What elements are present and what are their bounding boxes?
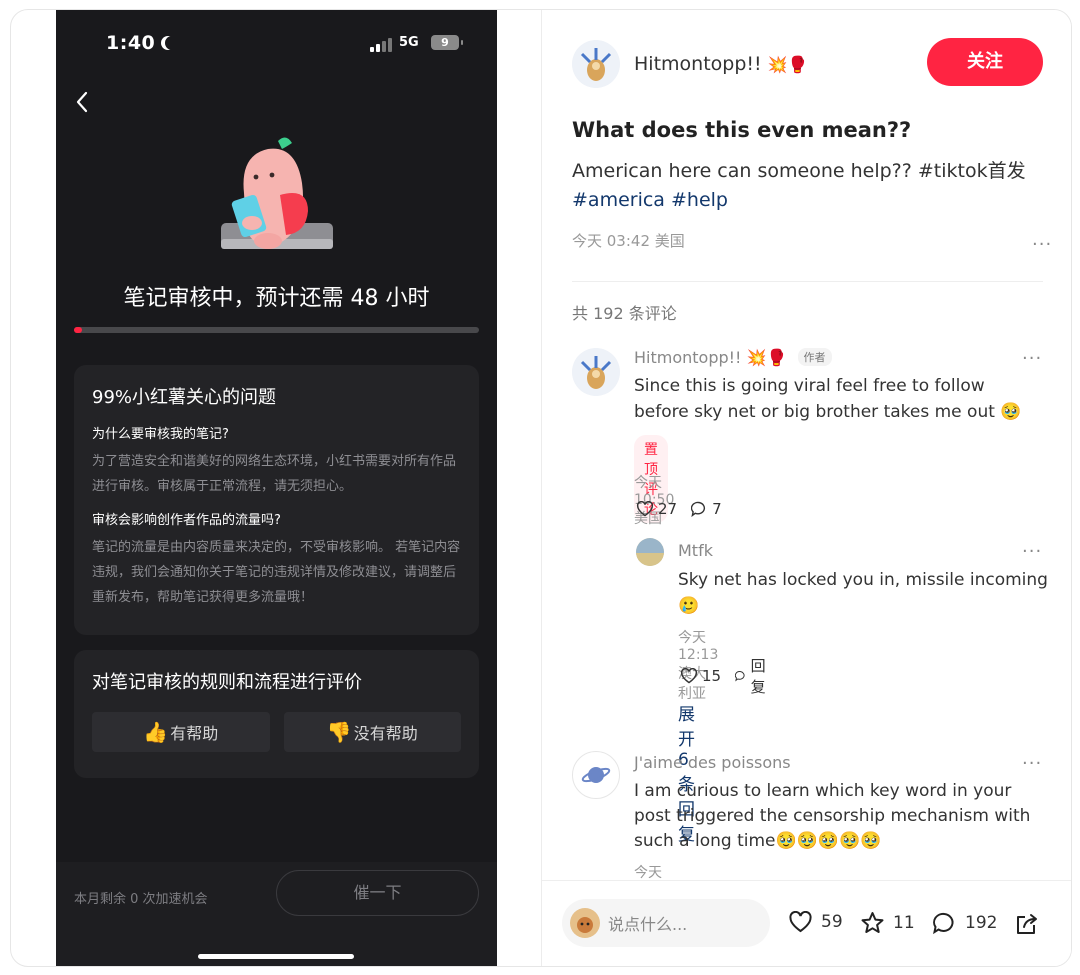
comment-more-icon[interactable]: ··· <box>1022 348 1042 369</box>
comment-count: 共 192 条评论 <box>572 304 677 323</box>
author-avatar[interactable] <box>572 40 620 88</box>
author-badge: 作者 <box>797 348 832 366</box>
faq-card: 99%小红薯关心的问题 为什么要审核我的笔记? 为了营造安全和谐美好的网络生态环… <box>74 365 479 635</box>
comment-input-placeholder: 说点什么... <box>608 915 688 934</box>
share-button[interactable] <box>1014 911 1040 937</box>
status-time: 1:40 <box>106 32 175 54</box>
reply-actions: 15 回复 <box>680 655 771 697</box>
urge-button[interactable]: 催一下 <box>276 870 479 916</box>
remaining-boosts: 本月剩余 0 次加速机会 <box>74 892 208 907</box>
comment-more-icon[interactable]: ··· <box>1022 753 1042 774</box>
post-more-icon[interactable]: ··· <box>1032 234 1052 255</box>
heart-icon <box>789 911 812 933</box>
post-text: American here can someone help?? #tiktok… <box>572 160 1026 182</box>
comment-icon <box>735 671 745 682</box>
like-button[interactable]: 27 <box>636 500 677 518</box>
reply-button[interactable]: 回复 <box>735 655 771 697</box>
screenshot-frame: 1:40 5G 9 笔记审核中，预计还需 48 小时 99%小红薯关心的问题 为… <box>10 9 1072 967</box>
helpful-button[interactable]: 👍 有帮助 <box>92 712 270 752</box>
mascot-illustration <box>221 137 333 249</box>
commenter-avatar[interactable] <box>572 751 620 799</box>
post-action-bar: 说点什么... 59 11 192 <box>542 880 1071 966</box>
user-avatar <box>570 908 600 938</box>
commenter-name[interactable]: J'aime des poissons <box>634 753 791 772</box>
bottom-bar: 本月剩余 0 次加速机会 催一下 <box>56 862 497 966</box>
signal-icon <box>370 38 392 52</box>
feedback-title: 对笔记审核的规则和流程进行评价 <box>92 672 362 693</box>
back-icon[interactable] <box>74 90 90 114</box>
follow-button[interactable]: 关注 <box>927 38 1043 86</box>
replier-avatar[interactable] <box>636 538 664 566</box>
post-detail-panel: Hitmontopp!! 💥🥊 关注 What does this even m… <box>541 10 1071 966</box>
post-meta: 今天 03:42 美国 <box>572 232 685 250</box>
comment-input[interactable]: 说点什么... <box>562 899 770 947</box>
reply-more-icon[interactable]: ··· <box>1022 541 1042 562</box>
like-button[interactable]: 15 <box>680 667 721 685</box>
author-name[interactable]: Hitmontopp!! <box>634 53 762 75</box>
review-progress-bar <box>74 327 479 333</box>
reply-button[interactable]: 7 <box>691 500 722 518</box>
commenter-name[interactable]: Hitmontopp!! 💥🥊 作者 <box>634 348 832 367</box>
progress-fill <box>74 327 83 333</box>
author-emoji: 💥🥊 <box>767 54 808 74</box>
moon-icon <box>165 36 179 50</box>
commenter-emoji: 💥🥊 <box>746 348 787 367</box>
network-type: 5G <box>399 35 419 50</box>
comment-icon <box>933 912 954 935</box>
faq-answer-1: 为了营造安全和谐美好的网络生态环境，小红书需要对所有作品进行审核。审核属于正常流… <box>92 454 457 494</box>
faq-question-1: 为什么要审核我的笔记? <box>92 427 229 442</box>
thumbs-up-icon: 👍 <box>143 720 169 744</box>
collect-stat[interactable]: 11 <box>860 911 915 935</box>
comment-actions: 27 7 <box>636 500 722 518</box>
faq-question-2: 审核会影响创作者作品的流量吗? <box>92 513 281 528</box>
like-stat[interactable]: 59 <box>788 911 843 933</box>
comment-text: Since this is going viral feel free to f… <box>634 376 1022 422</box>
heart-icon <box>636 501 654 517</box>
post-body: American here can someone help?? #tiktok… <box>572 157 1042 215</box>
heart-icon <box>680 668 698 684</box>
review-status-title: 笔记审核中，预计还需 48 小时 <box>123 286 430 311</box>
not-helpful-button[interactable]: 👎 没有帮助 <box>283 712 461 752</box>
review-status-screen: 1:40 5G 9 笔记审核中，预计还需 48 小时 99%小红薯关心的问题 为… <box>56 10 497 966</box>
faq-title: 99%小红薯关心的问题 <box>92 387 277 408</box>
faq-answer-2: 笔记的流量是由内容质量来决定的，不受审核影响。 若笔记内容违规，我们会通知你关于… <box>92 540 461 605</box>
commenter-avatar[interactable] <box>572 348 620 396</box>
replier-name[interactable]: Mtfk <box>678 541 713 560</box>
battery-icon: 9 <box>431 35 463 50</box>
feedback-card: 对笔记审核的规则和流程进行评价 👍 有帮助 👎 没有帮助 <box>74 650 479 778</box>
comment-icon <box>691 501 706 517</box>
comment-text: I am curious to learn which key word in … <box>634 781 1031 851</box>
divider <box>572 281 1043 282</box>
hashtag[interactable]: #america <box>572 189 665 211</box>
share-icon <box>1017 914 1037 934</box>
home-indicator[interactable] <box>198 954 354 959</box>
comment-stat[interactable]: 192 <box>932 911 997 935</box>
post-title: What does this even mean?? <box>572 118 912 142</box>
thumbs-down-icon: 👎 <box>326 720 352 744</box>
reply-text: Sky net has locked you in, missile incom… <box>678 570 1048 616</box>
hashtag[interactable]: #help <box>671 189 728 211</box>
star-icon <box>861 912 884 933</box>
post-author[interactable]: Hitmontopp!! 💥🥊 <box>572 40 807 88</box>
